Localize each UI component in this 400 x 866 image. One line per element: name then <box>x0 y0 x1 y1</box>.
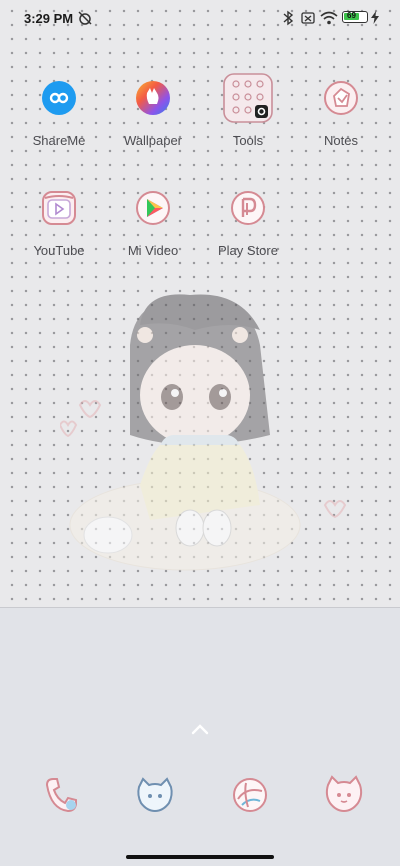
battery-icon: 69 <box>342 11 368 23</box>
wallpaper-illustration <box>60 294 347 571</box>
messages-icon[interactable] <box>131 771 179 819</box>
play-store-icon <box>224 184 272 232</box>
status-time: 3:29 PM <box>24 11 74 26</box>
app-notes[interactable]: Notes <box>296 74 386 148</box>
app-youtube[interactable]: YouTube <box>14 184 104 258</box>
wallpaper-icon <box>129 74 177 122</box>
browser-icon[interactable] <box>226 771 274 819</box>
camera-icon[interactable] <box>320 771 368 819</box>
mi-video-icon <box>129 184 177 232</box>
app-shareme[interactable]: ShareMe <box>14 74 104 148</box>
chevron-up-icon[interactable] <box>190 722 210 736</box>
app-label: Wallpaper <box>123 133 183 148</box>
app-label: ShareMe <box>32 133 86 148</box>
phone-icon[interactable] <box>37 771 85 819</box>
app-label: Tools <box>232 133 264 148</box>
app-label: Mi Video <box>127 243 179 258</box>
divider <box>0 607 400 608</box>
wifi-icon <box>320 11 338 25</box>
bluetooth-icon <box>283 10 294 26</box>
tools-folder-icon <box>223 73 273 123</box>
app-label: Play Store <box>218 243 278 258</box>
home-indicator[interactable] <box>126 855 274 859</box>
notes-icon <box>317 74 365 122</box>
app-play-store[interactable]: Play Store <box>203 184 293 258</box>
dock-background <box>0 608 400 866</box>
app-wallpaper[interactable]: Wallpaper <box>108 74 198 148</box>
alarm-off-icon <box>78 11 92 25</box>
app-label: Notes <box>324 133 358 148</box>
charging-icon <box>371 11 379 24</box>
sim-off-icon <box>301 12 315 24</box>
youtube-icon <box>35 184 83 232</box>
status-bar: 3:29 PM 69 <box>0 0 400 36</box>
battery-level: 69 <box>347 11 356 20</box>
app-tools-folder[interactable]: Tools <box>203 73 293 148</box>
app-mi-video[interactable]: Mi Video <box>108 184 198 258</box>
shareme-icon <box>35 74 83 122</box>
app-label: YouTube <box>33 243 85 258</box>
